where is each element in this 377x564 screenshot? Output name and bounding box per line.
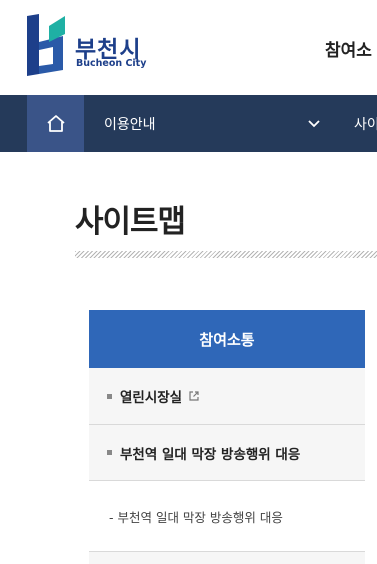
nav-item-guide[interactable]: 이용안내: [104, 95, 156, 152]
site-header: 부천시 Bucheon City 참여소: [0, 0, 377, 95]
sitemap-item-bucheon-station[interactable]: 부천역 일대 막장 방송행위 대응: [89, 425, 365, 481]
bucheon-logo[interactable]: 부천시 Bucheon City: [27, 14, 157, 76]
sitemap-section-title[interactable]: 참여소통: [89, 310, 365, 368]
logo-text-english: Bucheon City: [76, 58, 147, 69]
sitemap-item-label: 열린시장실: [120, 390, 183, 406]
sitemap-subitem-label: - 부천역 일대 막장 방송행위 대응: [109, 509, 283, 525]
navigation-bar: 이용안내 사이: [0, 95, 377, 152]
sitemap-item-label: 부천역 일대 막장 방송행위 대응: [120, 446, 301, 463]
nav-item-site[interactable]: 사이: [354, 95, 377, 152]
external-link-icon: [189, 391, 199, 401]
sitemap-item-open-mayor-office[interactable]: 열린시장실: [89, 368, 365, 425]
bucheon-logo-mark-icon: [27, 14, 65, 76]
sitemap-subitem-bucheon-station[interactable]: - 부천역 일대 막장 방송행위 대응: [89, 481, 365, 552]
title-divider: [75, 251, 377, 258]
page-title: 사이트맵: [75, 204, 186, 240]
top-menu-participation[interactable]: 참여소: [325, 36, 372, 61]
home-button[interactable]: [27, 95, 84, 152]
bullet-icon: [107, 450, 112, 455]
sitemap-item-next[interactable]: [89, 552, 365, 564]
bullet-icon: [107, 393, 112, 399]
chevron-down-icon[interactable]: [306, 115, 322, 131]
home-icon: [46, 114, 65, 132]
